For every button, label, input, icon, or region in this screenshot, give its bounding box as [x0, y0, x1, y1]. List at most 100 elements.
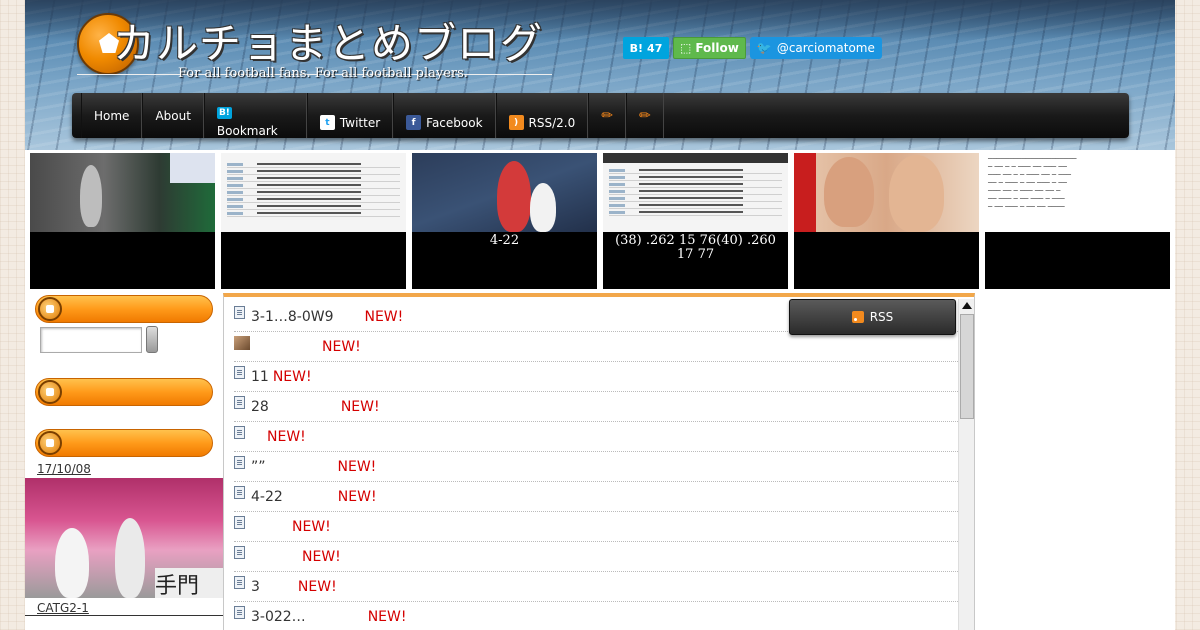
document-icon [234, 546, 245, 559]
nav-pencil-2[interactable]: ✏ [625, 93, 664, 138]
thumbnail-image [794, 153, 979, 232]
nav-facebook[interactable]: f Facebook [393, 93, 496, 138]
avatar-icon [234, 335, 250, 350]
list-item[interactable]: 4-22 NEW! [234, 482, 958, 512]
thumbnail-card[interactable] [30, 153, 215, 289]
list-item[interactable]: NEW! [234, 542, 958, 572]
list-item[interactable]: NEW! [234, 422, 958, 452]
list-item[interactable]: 28 NEW! [234, 392, 958, 422]
thumbnail-card[interactable] [794, 153, 979, 289]
scroll-up-arrow-icon[interactable] [962, 302, 972, 309]
thumbnail-caption [985, 232, 1170, 236]
thumbnail-card[interactable] [221, 153, 406, 289]
item-title: 3-1…8-0W9 [251, 308, 334, 325]
nav-bookmark[interactable]: B! Bookmark [203, 93, 307, 138]
search-input[interactable] [40, 327, 142, 353]
list-item[interactable]: ”” NEW! [234, 452, 958, 482]
document-icon [234, 396, 245, 409]
thumbnail-caption [30, 232, 215, 236]
thumbnail-card[interactable]: ───────────────────── ─ ── ─ ─ ─── ── ──… [985, 153, 1170, 289]
sidebar: 17/10/08 手門 CATG2-1 [25, 292, 223, 630]
nav-bookmark-label: Bookmark [216, 124, 278, 138]
new-badge: NEW! [337, 458, 377, 475]
nav-home-label: Home [94, 108, 130, 123]
list-item[interactable]: NEW! [234, 332, 958, 362]
document-icon [234, 366, 245, 379]
nav-rss[interactable]: ) RSS/2.0 [495, 93, 589, 138]
item-title: 3-022… [251, 608, 306, 625]
thumbnail-image [30, 153, 215, 232]
thumbnail-caption: (38) .262 15 76(40) .260 17 77 [615, 233, 776, 262]
twitter-icon: t [319, 115, 335, 130]
twitter-handle: @carciomatome [776, 41, 875, 55]
list-item[interactable]: 11 NEW! [234, 362, 958, 392]
nav-twitter-label: Twitter [339, 115, 381, 130]
document-icon [234, 486, 245, 499]
feedly-icon: ⬚ [680, 41, 692, 55]
hatena-bookmark-button[interactable]: B! 47 [623, 37, 669, 59]
nav-pencil-1[interactable]: ✏ [588, 93, 626, 138]
document-icon [234, 456, 245, 469]
thumbnail-image [221, 153, 406, 232]
thumbnail-caption [221, 232, 406, 236]
document-icon [234, 516, 245, 529]
football-icon [38, 297, 62, 321]
rss-subscribe-button[interactable]: RSS [789, 299, 956, 335]
document-icon [234, 606, 245, 619]
rss-icon [851, 311, 864, 323]
page: カルチョまとめブログ For all football fans. For al… [25, 0, 1175, 630]
sidebar-post-date[interactable]: 17/10/08 [37, 462, 91, 476]
rss-label: RSS [869, 310, 894, 324]
nav-about-label: About [155, 108, 191, 123]
banner-text-graphic: 手門 [155, 568, 223, 598]
nav-about[interactable]: About [142, 93, 204, 138]
search-button[interactable] [146, 326, 158, 353]
thumbnail-image [603, 153, 788, 232]
item-title: 4-22 [251, 488, 283, 505]
item-title: ”” [251, 458, 266, 475]
site-header: カルチョまとめブログ For all football fans. For al… [25, 0, 1175, 150]
football-icon [38, 380, 62, 404]
scrollbar[interactable] [958, 299, 974, 630]
article-list-panel: 3-1…8-0W9 NEW! NEW! 11 NEW! 28 NEW! NEW!… [223, 293, 975, 630]
thumbnail-caption: 4-22 [489, 233, 520, 248]
new-badge: NEW! [364, 308, 404, 325]
new-badge: NEW! [297, 578, 337, 595]
pencil-icon: ✏ [638, 107, 651, 124]
scrollbar-thumb[interactable] [960, 314, 974, 419]
list-item[interactable]: 3-022… NEW! [234, 602, 958, 630]
new-badge: NEW! [267, 428, 306, 445]
sidebar-section-header-search [35, 295, 213, 323]
nav-twitter[interactable]: t Twitter [306, 93, 394, 138]
item-title: 3 [251, 578, 260, 595]
new-badge: NEW! [272, 368, 312, 385]
hatena-count: 47 [647, 41, 663, 55]
document-icon [234, 576, 245, 589]
new-badge: NEW! [302, 548, 341, 565]
article-list: 3-1…8-0W9 NEW! NEW! 11 NEW! 28 NEW! NEW!… [234, 302, 958, 630]
item-title: 11 [251, 368, 269, 385]
divider [25, 615, 223, 616]
twitter-bird-icon: 🐦 [756, 41, 772, 55]
hatena-bookmark-icon: B! [216, 107, 232, 119]
follow-label: Follow [695, 41, 739, 55]
nav-home[interactable]: Home [81, 93, 143, 138]
feedly-follow-button[interactable]: ⬚ Follow [673, 37, 746, 59]
thumbnail-card[interactable]: 4-22 [412, 153, 597, 289]
sidebar-post-caption[interactable]: CATG2-1 [37, 601, 89, 615]
new-badge: NEW! [367, 608, 407, 625]
featured-thumbnails: 4-22 (38) .262 15 76(40) .260 17 77 ────… [30, 153, 1170, 289]
sidebar-post-image[interactable]: 手門 [25, 478, 223, 598]
sidebar-section-header [35, 378, 213, 406]
thumbnail-caption [794, 232, 979, 236]
document-icon [234, 426, 245, 439]
new-badge: NEW! [337, 488, 377, 505]
rss-icon: ) [508, 115, 524, 130]
thumbnail-card[interactable]: (38) .262 15 76(40) .260 17 77 [603, 153, 788, 289]
new-badge: NEW! [322, 338, 361, 355]
site-title[interactable]: カルチョまとめブログ [113, 10, 543, 71]
football-icon [38, 431, 62, 455]
list-item[interactable]: NEW! [234, 512, 958, 542]
twitter-follow-button[interactable]: 🐦 @carciomatome [749, 37, 882, 59]
list-item[interactable]: 3 NEW! [234, 572, 958, 602]
